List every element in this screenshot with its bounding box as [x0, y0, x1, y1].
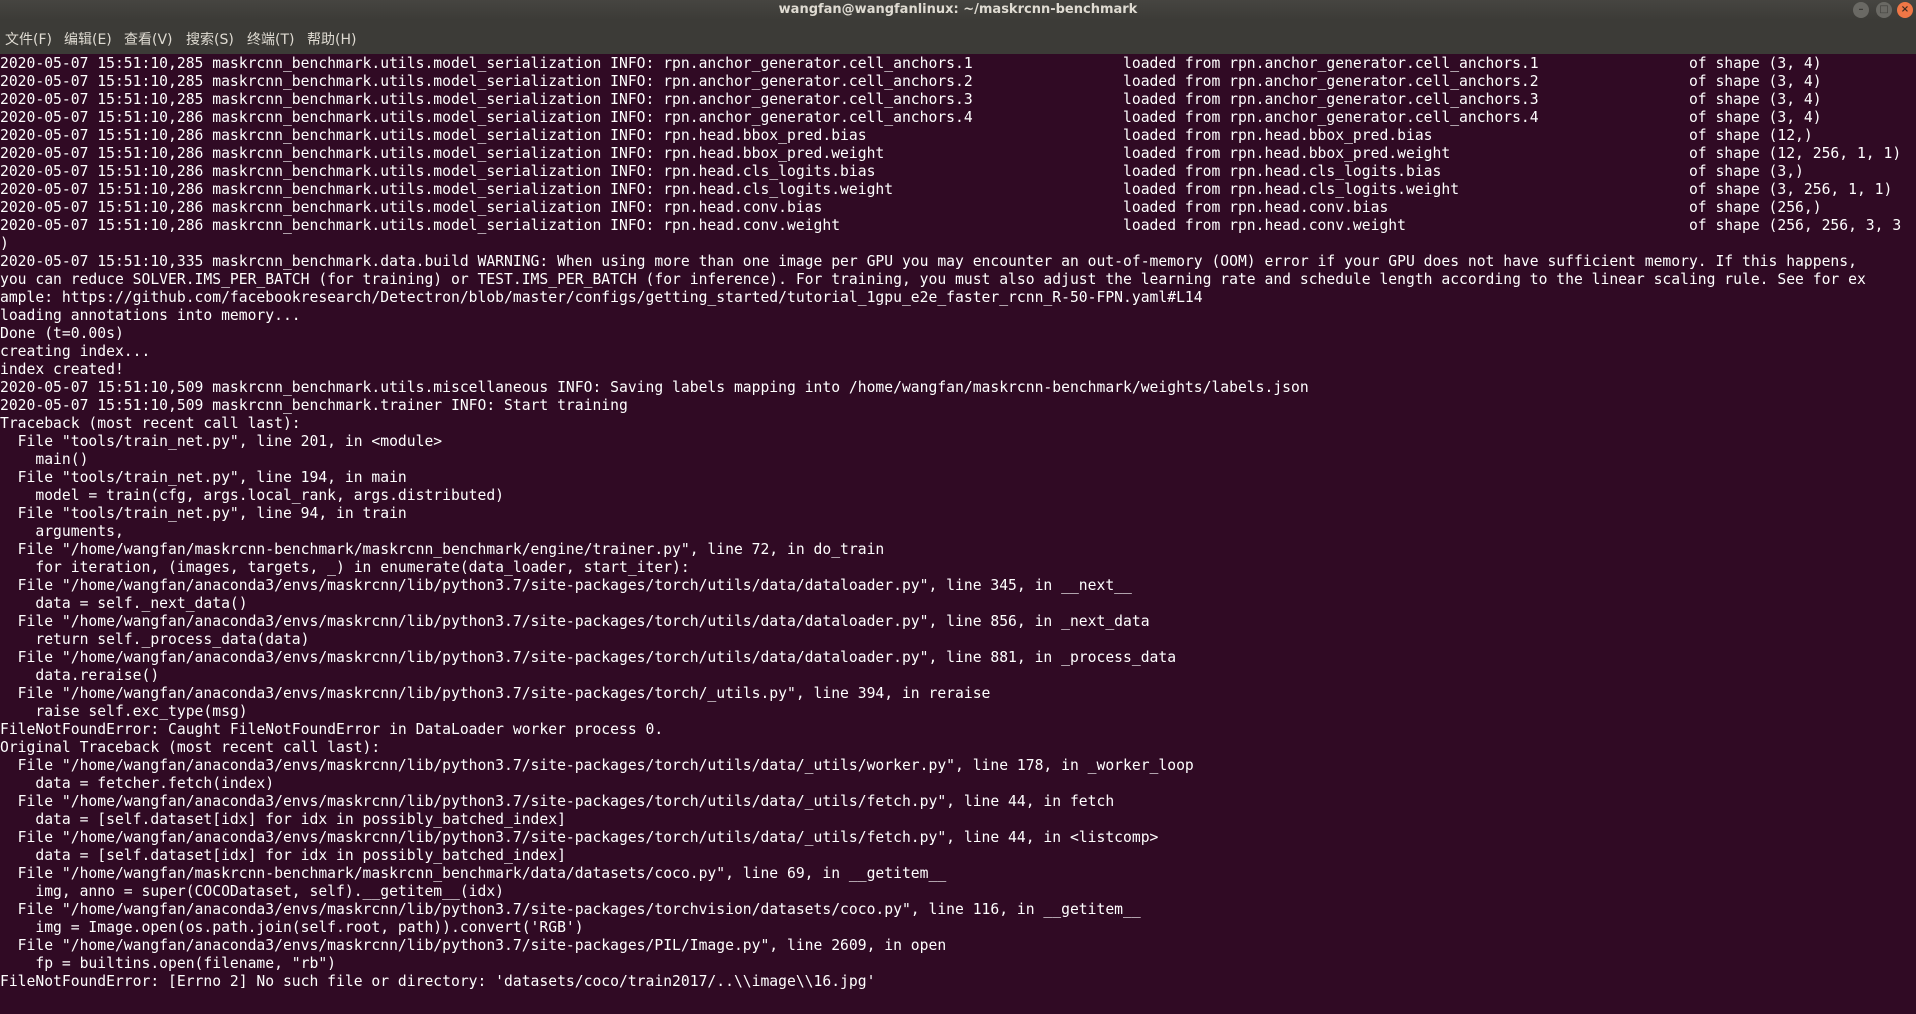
menu-terminal[interactable]: 终端(T) [247, 20, 294, 54]
menu-file[interactable]: 文件(F) [5, 20, 52, 54]
title-bar[interactable]: wangfan@wangfanlinux: ~/maskrcnn-benchma… [0, 0, 1916, 20]
terminal-lines: 2020-05-07 15:51:10,285 maskrcnn_benchma… [0, 55, 1901, 991]
terminal-line: File "tools/train_net.py", line 201, in … [0, 433, 443, 450]
terminal-line: 2020-05-07 15:51:10,286 maskrcnn_benchma… [0, 109, 1822, 126]
terminal-line: File "/home/wangfan/anaconda3/envs/maskr… [0, 613, 1150, 630]
terminal-line: File "tools/train_net.py", line 94, in t… [0, 505, 407, 522]
terminal-line: File "/home/wangfan/maskrcnn-benchmark/m… [0, 865, 947, 882]
terminal-line: data = [self.dataset[idx] for idx in pos… [0, 847, 566, 864]
terminal-line: File "/home/wangfan/anaconda3/envs/maskr… [0, 901, 1141, 918]
terminal-line: arguments, [0, 523, 124, 540]
terminal-line: 2020-05-07 15:51:10,286 maskrcnn_benchma… [0, 199, 1822, 216]
terminal-line: 2020-05-07 15:51:10,335 maskrcnn_benchma… [0, 253, 1857, 270]
terminal-output[interactable]: 2020-05-07 15:51:10,285 maskrcnn_benchma… [0, 54, 1916, 1014]
terminal-line: File "/home/wangfan/anaconda3/envs/maskr… [0, 577, 1132, 594]
terminal-line: creating index... [0, 343, 151, 360]
terminal-line: File "tools/train_net.py", line 194, in … [0, 469, 407, 486]
terminal-line: ample: https://github.com/facebookresear… [0, 289, 1203, 306]
window-title: wangfan@wangfanlinux: ~/maskrcnn-benchma… [778, 2, 1138, 17]
terminal-line: File "/home/wangfan/anaconda3/envs/maskr… [0, 757, 1194, 774]
terminal-line: img = Image.open(os.path.join(self.root,… [0, 919, 584, 936]
terminal-line: for iteration, (images, targets, _) in e… [0, 559, 690, 576]
terminal-line: File "/home/wangfan/anaconda3/envs/maskr… [0, 793, 1115, 810]
terminal-line: img, anno = super(COCODataset, self).__g… [0, 883, 505, 900]
terminal-line: 2020-05-07 15:51:10,509 maskrcnn_benchma… [0, 379, 1309, 396]
terminal-line: you can reduce SOLVER.IMS_PER_BATCH (for… [0, 271, 1866, 288]
menu-bar: 文件(F) 编辑(E) 查看(V) 搜索(S) 终端(T) 帮助(H) [0, 20, 1916, 54]
terminal-line: 2020-05-07 15:51:10,286 maskrcnn_benchma… [0, 217, 1902, 234]
terminal-line: 2020-05-07 15:51:10,286 maskrcnn_benchma… [0, 163, 1804, 180]
terminal-line: 2020-05-07 15:51:10,285 maskrcnn_benchma… [0, 73, 1822, 90]
menu-view[interactable]: 查看(V) [124, 20, 173, 54]
terminal-line: 2020-05-07 15:51:10,509 maskrcnn_benchma… [0, 397, 628, 414]
terminal-line: index created! [0, 361, 124, 378]
terminal-line: data = self._next_data() [0, 595, 248, 612]
close-icon[interactable]: × [1897, 2, 1913, 18]
minimize-icon[interactable]: – [1853, 2, 1869, 18]
terminal-line: Done (t=0.00s) [0, 325, 124, 342]
terminal-line: FileNotFoundError: Caught FileNotFoundEr… [0, 721, 664, 738]
terminal-line: data = [self.dataset[idx] for idx in pos… [0, 811, 566, 828]
menu-search[interactable]: 搜索(S) [186, 20, 234, 54]
terminal-line: loading annotations into memory... [0, 307, 301, 324]
terminal-line: fp = builtins.open(filename, "rb") [0, 955, 337, 972]
terminal-line: FileNotFoundError: [Errno 2] No such fil… [0, 973, 876, 990]
terminal-line: File "/home/wangfan/anaconda3/envs/maskr… [0, 685, 991, 702]
terminal-line: File "/home/wangfan/anaconda3/envs/maskr… [0, 829, 1159, 846]
terminal-line: main() [0, 451, 89, 468]
terminal-line: Traceback (most recent call last): [0, 415, 301, 432]
terminal-line: File "/home/wangfan/anaconda3/envs/maskr… [0, 937, 947, 954]
terminal-line: data = fetcher.fetch(index) [0, 775, 275, 792]
menu-help[interactable]: 帮助(H) [307, 20, 356, 54]
menu-edit[interactable]: 编辑(E) [64, 20, 112, 54]
terminal-line: 2020-05-07 15:51:10,285 maskrcnn_benchma… [0, 91, 1822, 108]
terminal-line: ) [0, 235, 9, 252]
terminal-line: 2020-05-07 15:51:10,286 maskrcnn_benchma… [0, 181, 1893, 198]
terminal-line: File "/home/wangfan/anaconda3/envs/maskr… [0, 649, 1177, 666]
maximize-icon[interactable]: □ [1876, 2, 1892, 18]
terminal-line: 2020-05-07 15:51:10,286 maskrcnn_benchma… [0, 145, 1902, 162]
terminal-line: data.reraise() [0, 667, 160, 684]
terminal-line: 2020-05-07 15:51:10,285 maskrcnn_benchma… [0, 55, 1822, 72]
terminal-line: return self._process_data(data) [0, 631, 310, 648]
terminal-line: 2020-05-07 15:51:10,286 maskrcnn_benchma… [0, 127, 1813, 144]
terminal-window: wangfan@wangfanlinux: ~/maskrcnn-benchma… [0, 0, 1916, 1014]
terminal-line: File "/home/wangfan/maskrcnn-benchmark/m… [0, 541, 885, 558]
terminal-line: model = train(cfg, args.local_rank, args… [0, 487, 505, 504]
terminal-line: raise self.exc_type(msg) [0, 703, 248, 720]
terminal-line: Original Traceback (most recent call las… [0, 739, 381, 756]
